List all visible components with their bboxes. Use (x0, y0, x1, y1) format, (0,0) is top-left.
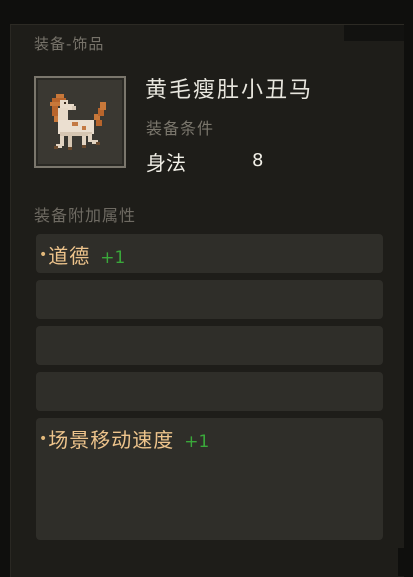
attribute-bonus: +1 (100, 248, 126, 268)
requirement-stat-value: 8 (252, 150, 264, 171)
attribute-name: 道德 (48, 244, 91, 268)
attribute-line: •场景移动速度 +1 (39, 424, 209, 453)
panel-corner (344, 25, 404, 41)
attribute-slot-2 (36, 280, 383, 319)
requirements-label: 装备条件 (146, 119, 215, 138)
attribute-slot-5: •场景移动速度 +1 (36, 418, 383, 540)
attribute-name: 场景移动速度 (48, 428, 175, 452)
attribute-bullet: • (39, 247, 48, 263)
attribute-bonus: +1 (184, 432, 210, 452)
horse-icon (50, 94, 106, 150)
item-category: 装备-饰品 (34, 35, 105, 53)
attribute-line: •道德 +1 (39, 240, 125, 269)
item-name: 黄毛瘦肚小丑马 (145, 78, 314, 103)
panel-edge (398, 548, 413, 576)
attribute-slot-4 (36, 372, 383, 411)
attribute-slot-3 (36, 326, 383, 365)
attribute-bullet: • (39, 431, 48, 447)
item-icon-slot (34, 76, 126, 168)
attribute-slot-1: •道德 +1 (36, 234, 383, 273)
attributes-header: 装备附加属性 (34, 206, 137, 225)
requirement-stat-name: 身法 (146, 151, 186, 175)
